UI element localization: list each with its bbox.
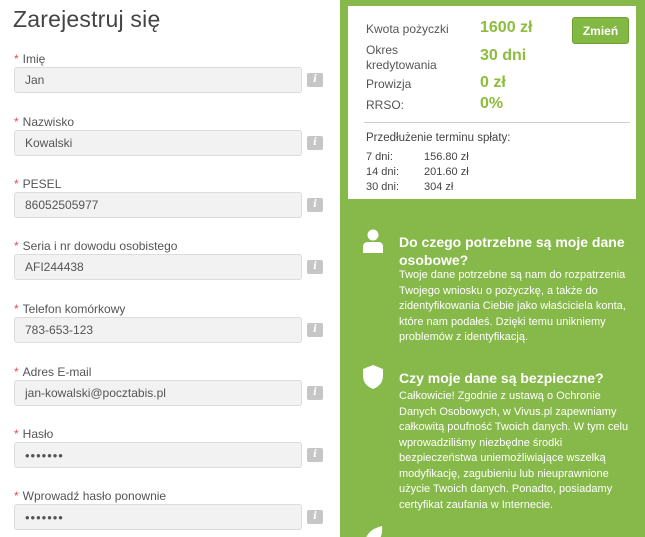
email-field-group: *Adres E-mail i — [0, 365, 330, 427]
loan-amount-value: 1600 zł — [480, 19, 533, 36]
id-card-label: Seria i nr dowodu osobistego — [22, 239, 178, 253]
extension-7-label: 7 dni: — [366, 151, 393, 163]
commission-value: 0 zł — [480, 74, 506, 91]
info-icon[interactable]: i — [307, 73, 323, 87]
page-title: Zarejestruj się — [13, 6, 161, 32]
first-name-field-group: *Imię i — [0, 52, 330, 114]
extension-14-label: 14 dni: — [366, 166, 400, 178]
phone-input[interactable] — [14, 317, 302, 343]
first-name-label: Imię — [22, 52, 46, 66]
shield-icon — [363, 365, 383, 389]
required-mark: * — [14, 489, 19, 503]
info-icon[interactable]: i — [307, 386, 323, 400]
registration-form: Zarejestruj się *Imię i *Nazwisko i *PES… — [0, 0, 330, 537]
extension-14-value: 201.60 zł — [424, 166, 469, 178]
extension-30-label: 30 dni: — [366, 181, 400, 193]
id-card-input[interactable] — [14, 254, 302, 280]
first-name-input[interactable] — [14, 67, 302, 93]
required-mark: * — [14, 302, 19, 316]
email-label: Adres E-mail — [22, 365, 92, 379]
commission-label: Prowizja — [366, 77, 412, 91]
phone-field-group: *Telefon komórkowy i — [0, 302, 330, 364]
extension-title: Przedłużenie terminu spłaty: — [366, 132, 511, 144]
loan-amount-label: Kwota pożyczki — [366, 22, 449, 36]
info-icon[interactable]: i — [307, 198, 323, 212]
leaf-icon — [366, 526, 383, 537]
last-name-label: Nazwisko — [22, 115, 75, 129]
info-icon[interactable]: i — [307, 323, 323, 337]
required-mark: * — [14, 115, 19, 129]
required-mark: * — [14, 52, 19, 66]
password-confirm-field-group: *Wprowadź hasło ponownie i — [0, 489, 330, 537]
password-confirm-input[interactable] — [14, 504, 302, 530]
info-icon[interactable]: i — [307, 448, 323, 462]
extension-30-value: 304 zł — [424, 181, 454, 193]
person-icon — [363, 229, 383, 253]
password-confirm-label: Wprowadź hasło ponownie — [22, 489, 167, 503]
extension-7-value: 156.80 zł — [424, 151, 469, 163]
password-field-group: *Hasło i — [0, 427, 330, 489]
faq-text: Całkowicie! Zgodnie z ustawą o Ochronie … — [399, 390, 629, 511]
pesel-label: PESEL — [22, 177, 62, 191]
side-panel: Kwota pożyczki 1600 zł Okres kredytowani… — [340, 0, 645, 537]
id-card-field-group: *Seria i nr dowodu osobistego i — [0, 239, 330, 301]
info-icon[interactable]: i — [307, 136, 323, 150]
loan-period-value: 30 dni — [480, 47, 527, 64]
required-mark: * — [14, 177, 19, 191]
pesel-input[interactable] — [14, 192, 302, 218]
faq-text: Twoje dane potrzebne są nam do rozpatrze… — [399, 269, 626, 343]
info-icon[interactable]: i — [307, 260, 323, 274]
last-name-input[interactable] — [14, 130, 302, 156]
loan-summary-box: Kwota pożyczki 1600 zł Okres kredytowani… — [348, 6, 636, 199]
info-icon[interactable]: i — [307, 510, 323, 524]
rrso-label: RRSO: — [366, 98, 405, 112]
faq-title: Czy moje dane są bezpieczne? — [399, 370, 604, 386]
email-input[interactable] — [14, 380, 302, 406]
required-mark: * — [14, 427, 19, 441]
summary-divider — [364, 122, 630, 123]
rrso-value: 0% — [480, 95, 504, 112]
loan-period-label: Okres kredytowania — [366, 43, 437, 72]
faq-title: Do czego potrzebne są moje dane osobowe? — [399, 234, 625, 268]
required-mark: * — [14, 239, 19, 253]
required-mark: * — [14, 365, 19, 379]
change-button[interactable]: Zmień — [572, 17, 629, 44]
last-name-field-group: *Nazwisko i — [0, 115, 330, 177]
password-input[interactable] — [14, 442, 302, 468]
pesel-field-group: *PESEL i — [0, 177, 330, 239]
phone-label: Telefon komórkowy — [22, 302, 126, 316]
password-label: Hasło — [22, 427, 54, 441]
